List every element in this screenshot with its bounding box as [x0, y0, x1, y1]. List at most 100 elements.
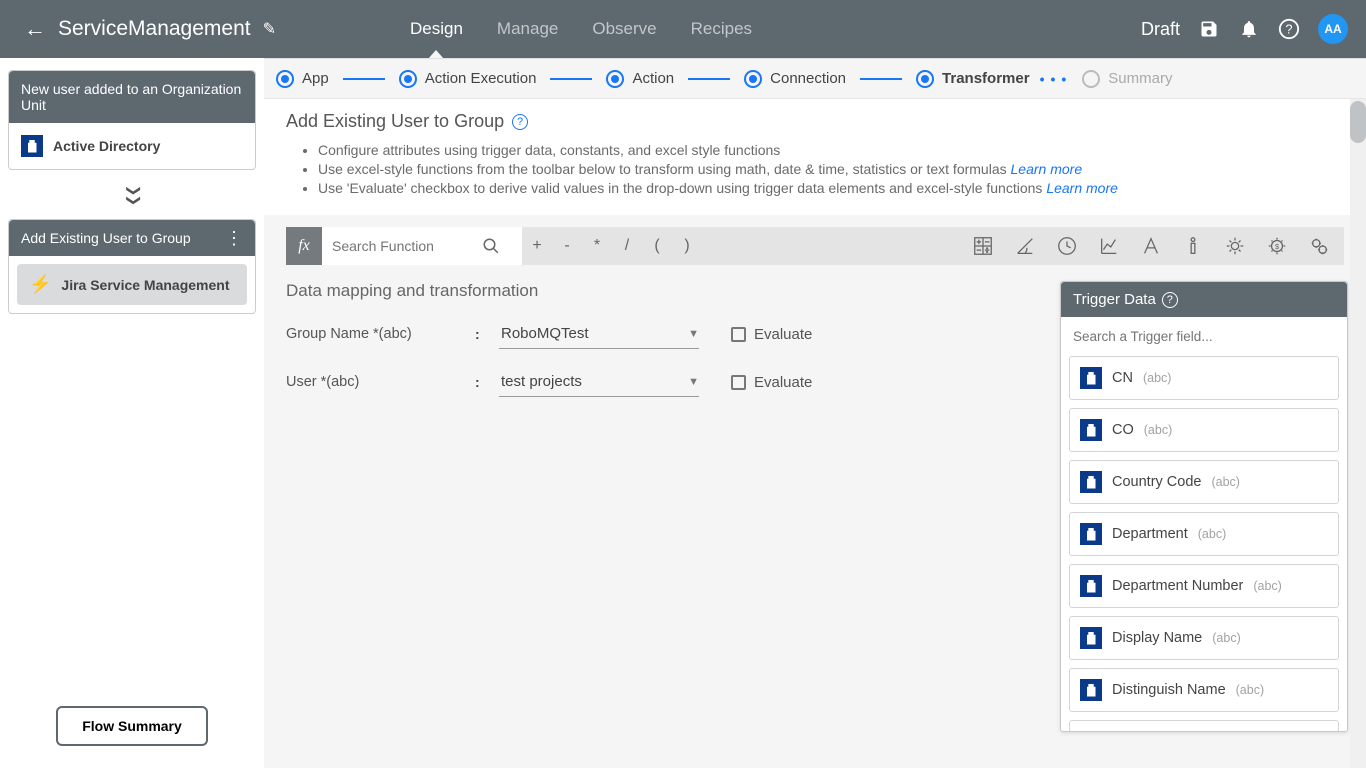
stats-icon[interactable] — [1098, 235, 1120, 257]
step-action-execution[interactable]: Action Execution — [399, 70, 537, 88]
trigger-field-item[interactable]: Distinguish Name (abc) — [1069, 668, 1339, 712]
learn-more-link[interactable]: Learn more — [1046, 180, 1118, 196]
step-connection[interactable]: Connection — [744, 70, 846, 88]
op-plus[interactable]: + — [522, 237, 552, 255]
trigger-field-item[interactable]: Display Name (abc) — [1069, 616, 1339, 660]
scrollbar[interactable] — [1350, 99, 1366, 768]
trigger-field-item[interactable]: Department(abc) — [1069, 512, 1339, 556]
trigger-field-name: CO — [1112, 422, 1134, 438]
trigger-field-item[interactable]: CO (abc) — [1069, 408, 1339, 452]
panel-title-text: Add Existing User to Group — [286, 111, 504, 132]
flow-summary-button[interactable]: Flow Summary — [56, 706, 208, 746]
content-pane: App Action Execution Action Connection T… — [264, 58, 1366, 768]
fx-search[interactable] — [322, 227, 522, 265]
trigger-field-item[interactable]: Department Number (abc) — [1069, 564, 1339, 608]
trigger-field-type: (abc) — [1253, 579, 1281, 593]
mapping-label: User *(abc) — [286, 374, 461, 390]
trigger-field-name: Distinguish Name — [1112, 682, 1226, 698]
more-icon[interactable]: ⋮ — [225, 234, 243, 243]
fx-icon: fx — [286, 227, 322, 265]
angle-icon[interactable] — [1014, 235, 1036, 257]
back-arrow-icon[interactable]: ← — [24, 16, 46, 42]
trigger-card-label: Active Directory — [53, 138, 160, 154]
avatar[interactable]: AA — [1318, 14, 1348, 44]
active-directory-icon — [21, 135, 43, 157]
action-card-header: Add Existing User to Group — [21, 230, 191, 246]
chevron-down-icon: ▼ — [688, 328, 699, 340]
hint-bullet: Use 'Evaluate' checkbox to derive valid … — [318, 180, 1344, 196]
tab-observe[interactable]: Observe — [592, 0, 656, 58]
active-directory-icon — [1080, 575, 1102, 597]
page-title: ServiceManagement — [58, 17, 251, 41]
text-icon[interactable] — [1140, 235, 1162, 257]
trigger-field-name: Display Name — [1112, 630, 1202, 646]
edit-icon[interactable]: ✎ — [263, 19, 276, 39]
bolt-icon: ⚡ — [29, 274, 51, 295]
clock-icon[interactable] — [1056, 235, 1078, 257]
nav-tabs: Design Manage Observe Recipes — [410, 0, 752, 58]
checkbox-icon[interactable] — [731, 375, 746, 390]
math-icon[interactable] — [972, 235, 994, 257]
bell-icon[interactable] — [1238, 18, 1260, 40]
tab-recipes[interactable]: Recipes — [691, 0, 752, 58]
fx-toolbar: fx + - * / ( ) $ — [286, 227, 1344, 265]
op-paren-left[interactable]: ( — [642, 237, 672, 255]
step-app[interactable]: App — [276, 70, 329, 88]
help-icon[interactable]: ? — [512, 114, 528, 130]
logic-icon[interactable] — [1224, 235, 1246, 257]
svg-text:?: ? — [1285, 22, 1292, 37]
chevron-down-icon: ▼ — [688, 376, 699, 388]
op-multiply[interactable]: * — [582, 237, 612, 255]
learn-more-link[interactable]: Learn more — [1011, 161, 1083, 177]
step-transformer[interactable]: Transformer — [916, 70, 1030, 88]
trigger-field-item[interactable]: CN (abc) — [1069, 356, 1339, 400]
trigger-field-list[interactable]: CN(abc)CO(abc)Country Code(abc)Departmen… — [1061, 356, 1347, 731]
trigger-field-name: CN — [1112, 370, 1133, 386]
trigger-field-name: Country Code — [1112, 474, 1201, 490]
action-card[interactable]: Add Existing User to Group ⋮ ⚡ Jira Serv… — [8, 219, 256, 314]
trigger-field-name: Department Number — [1112, 578, 1243, 594]
evaluate-checkbox[interactable]: Evaluate — [731, 326, 812, 343]
action-card-row[interactable]: ⚡ Jira Service Management — [17, 264, 247, 305]
checkbox-icon[interactable] — [731, 327, 746, 342]
trigger-field-item[interactable]: Country Code (abc) — [1069, 460, 1339, 504]
trigger-search-input[interactable] — [1071, 323, 1337, 350]
trigger-card[interactable]: New user added to an Organization Unit A… — [8, 70, 256, 170]
evaluate-checkbox[interactable]: Evaluate — [731, 374, 812, 391]
op-minus[interactable]: - — [552, 237, 582, 255]
fx-search-input[interactable] — [332, 238, 482, 254]
chevrons-down-icon: ❯❯ — [116, 185, 149, 205]
trigger-field-type: (abc) — [1144, 423, 1172, 437]
action-card-label: Jira Service Management — [61, 277, 229, 293]
step-connector — [860, 78, 902, 80]
help-icon[interactable]: ? — [1278, 18, 1300, 40]
info-icon[interactable] — [1182, 235, 1204, 257]
trigger-field-type: (abc) — [1212, 631, 1240, 645]
scrollbar-thumb[interactable] — [1350, 101, 1366, 143]
search-icon[interactable] — [482, 237, 500, 255]
step-summary[interactable]: Summary — [1082, 70, 1172, 88]
active-directory-icon — [1080, 471, 1102, 493]
trigger-data-title: Trigger Data — [1073, 291, 1156, 308]
app-header: ← ServiceManagement ✎ Design Manage Obse… — [0, 0, 1366, 58]
group-name-select[interactable]: RoboMQTest▼ — [499, 319, 699, 349]
step-action[interactable]: Action — [606, 70, 674, 88]
trigger-field-type: (abc) — [1198, 527, 1226, 541]
trigger-field-type: (abc) — [1143, 371, 1171, 385]
finance-icon[interactable]: $ — [1266, 235, 1288, 257]
panel-header: Add Existing User to Group ? Configure a… — [264, 99, 1366, 215]
gears-icon[interactable] — [1308, 235, 1330, 257]
trigger-field-type: (abc) — [1211, 475, 1239, 489]
mapping-label: Group Name *(abc) — [286, 326, 461, 342]
help-icon[interactable]: ? — [1162, 292, 1178, 308]
tab-design[interactable]: Design — [410, 0, 463, 58]
step-connector — [688, 78, 730, 80]
tab-manage[interactable]: Manage — [497, 0, 558, 58]
user-select[interactable]: test projects▼ — [499, 367, 699, 397]
op-divide[interactable]: / — [612, 237, 642, 255]
op-paren-right[interactable]: ) — [672, 237, 702, 255]
trigger-field-type: (abc) — [1236, 683, 1264, 697]
step-connector-dots: ••• — [1040, 71, 1073, 87]
save-icon[interactable] — [1198, 18, 1220, 40]
trigger-field-item[interactable]: Employee ID(abc) — [1069, 720, 1339, 731]
